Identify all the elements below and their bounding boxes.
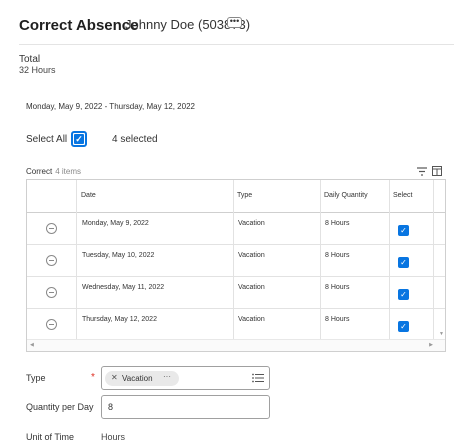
scroll-right-icon[interactable]: ▶ <box>429 342 433 348</box>
scroll-left-icon[interactable]: ◀ <box>30 342 34 348</box>
filter-icon[interactable] <box>417 167 427 176</box>
select-all-label: Select All <box>26 134 68 145</box>
header-divider <box>19 44 454 45</box>
cell-type: Vacation <box>238 220 265 227</box>
columns-icon[interactable] <box>432 166 442 176</box>
remove-row-icon[interactable] <box>46 319 57 330</box>
row-select-checkbox[interactable]: ✓ <box>398 289 409 300</box>
selected-type-value: Vacation <box>122 374 153 383</box>
scroll-down-icon[interactable]: ▼ <box>439 331 444 337</box>
table-row: Wednesday, May 11, 2022 Vacation 8 Hours… <box>27 277 445 309</box>
cell-type: Vacation <box>238 284 265 291</box>
date-range: Monday, May 9, 2022 - Thursday, May 12, … <box>26 102 195 111</box>
column-header-date[interactable]: Date <box>81 192 96 199</box>
grid-item-count: 4 items <box>55 167 82 176</box>
correct-grid: Date Type Daily Quantity Select Monday, … <box>26 179 446 352</box>
total-label: Total <box>19 54 41 65</box>
pill-more-icon[interactable]: ··· <box>163 372 171 381</box>
list-icon[interactable] <box>252 373 264 383</box>
unit-of-time-label: Unit of Time <box>26 432 75 442</box>
grid-title: Correct 4 items <box>26 167 81 176</box>
remove-row-icon[interactable] <box>46 287 57 298</box>
cell-quantity: 8 Hours <box>325 284 350 291</box>
table-row: Monday, May 9, 2022 Vacation 8 Hours ✓ <box>27 213 445 245</box>
remove-row-icon[interactable] <box>46 223 57 234</box>
cell-date: Wednesday, May 11, 2022 <box>82 284 165 291</box>
column-header-type[interactable]: Type <box>237 192 252 199</box>
cell-date: Thursday, May 12, 2022 <box>82 316 157 323</box>
related-actions-button[interactable]: ••• <box>227 17 242 28</box>
remove-pill-icon[interactable]: ✕ <box>111 373 118 382</box>
table-row: Thursday, May 12, 2022 Vacation 8 Hours … <box>27 309 445 341</box>
selected-type-pill[interactable]: ✕ Vacation ··· <box>105 371 179 386</box>
horizontal-scrollbar[interactable]: ◀ ▶ <box>27 339 445 351</box>
row-select-checkbox[interactable]: ✓ <box>398 257 409 268</box>
grid-header: Date Type Daily Quantity Select <box>27 180 445 213</box>
required-indicator: * <box>91 372 95 383</box>
cell-quantity: 8 Hours <box>325 252 350 259</box>
cell-quantity: 8 Hours <box>325 316 350 323</box>
type-prompt-field[interactable]: ✕ Vacation ··· <box>101 366 270 390</box>
page-header: Correct Absence Johnny Doe (503873) ••• <box>19 15 454 45</box>
vertical-scrollbar[interactable]: ▼ <box>437 213 445 339</box>
column-header-daily-quantity[interactable]: Daily Quantity <box>324 192 368 199</box>
row-select-checkbox[interactable]: ✓ <box>398 225 409 236</box>
type-label: Type <box>26 373 46 383</box>
cell-type: Vacation <box>238 316 265 323</box>
remove-row-icon[interactable] <box>46 255 57 266</box>
cell-quantity: 8 Hours <box>325 220 350 227</box>
page-title: Correct Absence <box>19 17 139 34</box>
grid-title-label: Correct <box>26 167 53 176</box>
row-select-checkbox[interactable]: ✓ <box>398 321 409 332</box>
column-header-select[interactable]: Select <box>393 192 412 199</box>
select-all-checkbox[interactable]: ✓ <box>71 131 87 147</box>
cell-date: Tuesday, May 10, 2022 <box>82 252 155 259</box>
check-icon: ✓ <box>74 134 84 144</box>
unit-of-time-value: Hours <box>101 432 126 442</box>
cell-date: Monday, May 9, 2022 <box>82 220 149 227</box>
table-row: Tuesday, May 10, 2022 Vacation 8 Hours ✓ <box>27 245 445 277</box>
quantity-input[interactable] <box>101 395 270 419</box>
selected-count: 4 selected <box>112 134 158 145</box>
total-value: 32 Hours <box>19 65 56 75</box>
quantity-label: Quantity per Day <box>26 402 94 412</box>
cell-type: Vacation <box>238 252 265 259</box>
